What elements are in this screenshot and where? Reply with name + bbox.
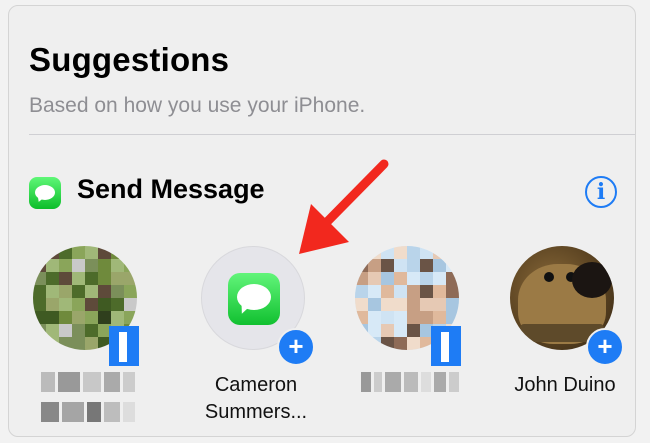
suggestions-subtitle: Based on how you use your iPhone. xyxy=(29,94,366,117)
section-title: Send Message xyxy=(77,174,265,204)
contact-suggestion-2[interactable]: + Cameron Summers... xyxy=(201,246,315,436)
contact-suggestion-3[interactable] xyxy=(355,246,465,436)
divider xyxy=(29,134,635,135)
info-icon[interactable]: i xyxy=(585,176,617,208)
plus-icon: + xyxy=(586,328,624,366)
contact-badge-icon xyxy=(431,326,461,366)
messages-icon xyxy=(29,177,61,209)
contact-suggestion-1[interactable] xyxy=(33,246,143,436)
redacted-name xyxy=(345,372,475,402)
red-arrow-icon xyxy=(299,159,389,254)
suggestions-title: Suggestions xyxy=(29,41,230,78)
plus-icon: + xyxy=(277,328,315,366)
contact-badge-icon xyxy=(109,326,139,366)
contact-suggestion-4[interactable]: + John Duino xyxy=(510,246,624,436)
contact-name: Cameron Summers... xyxy=(204,374,308,423)
contact-name: John Duino xyxy=(514,374,616,396)
suggestions-card: Suggestions Based on how you use your iP… xyxy=(8,5,636,437)
redacted-name xyxy=(23,372,153,432)
